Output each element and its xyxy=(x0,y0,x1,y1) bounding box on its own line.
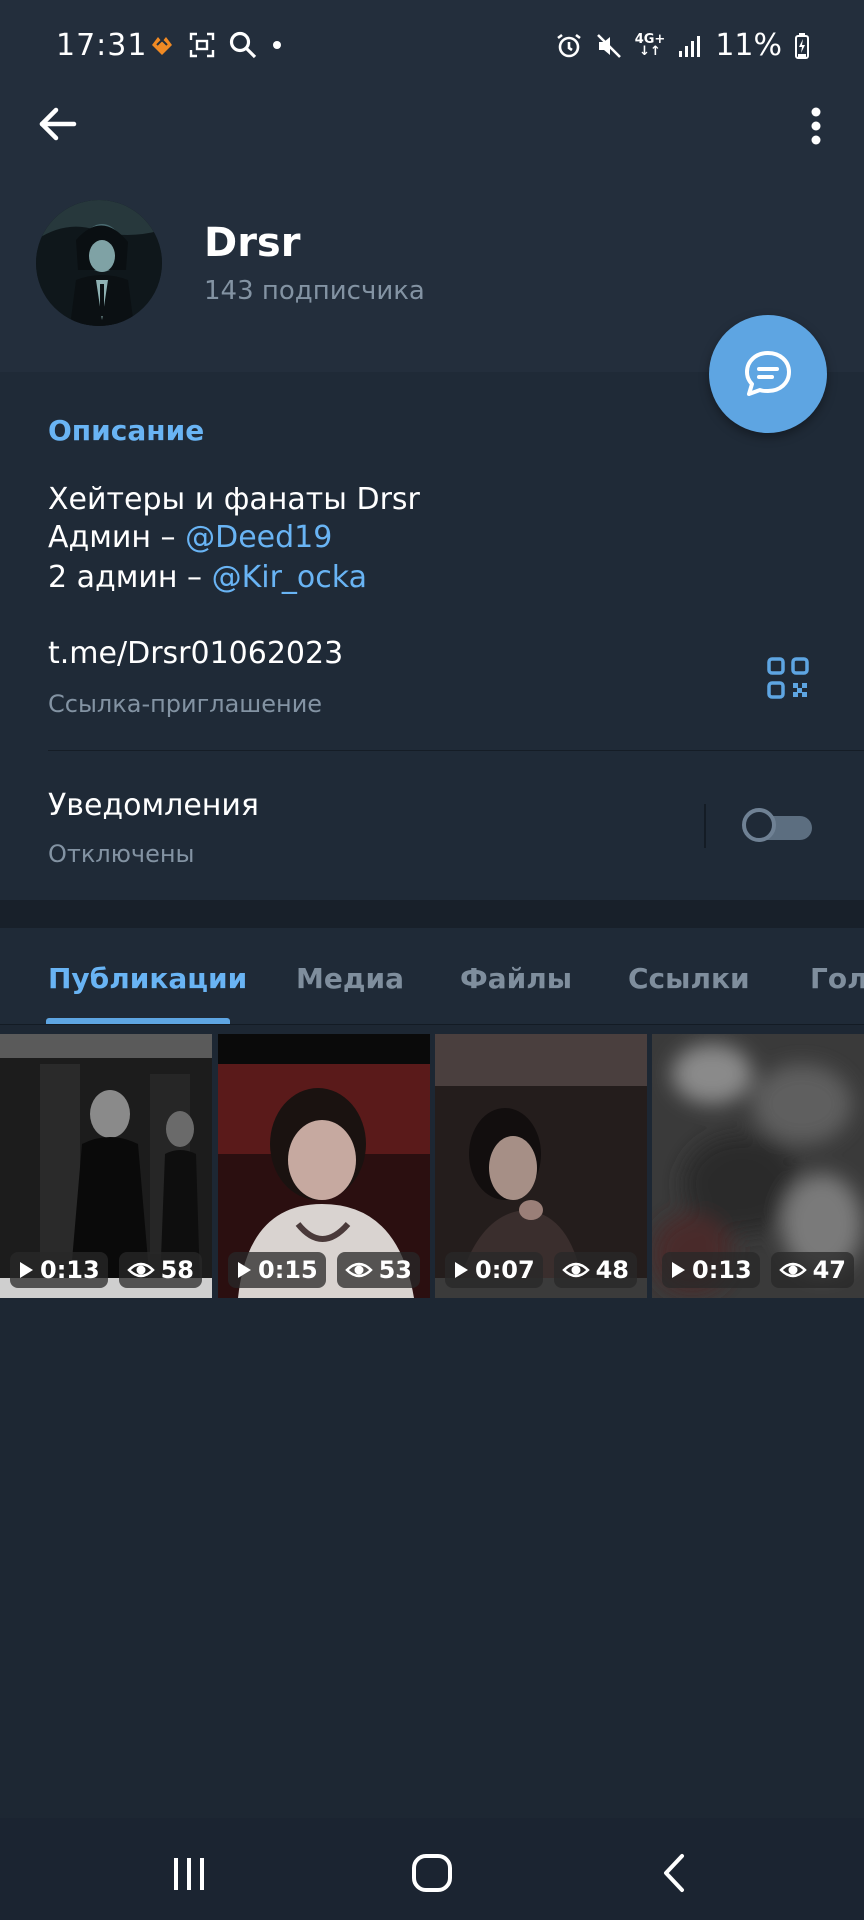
duration-label: 0:13 xyxy=(692,1256,752,1284)
network-type-icon: 4G+ ↓↑ xyxy=(634,31,666,59)
views-badge: 58 xyxy=(118,1252,202,1288)
play-icon xyxy=(20,1262,33,1278)
duration-badge: 0:15 xyxy=(228,1252,326,1288)
chat-bubble-icon xyxy=(745,351,791,396)
eye-icon xyxy=(778,1262,807,1278)
eye-icon xyxy=(126,1262,155,1278)
dot-icon xyxy=(270,38,284,52)
notifications-state: Отключены xyxy=(48,840,195,868)
tabs-bar: Публикации Медиа Файлы Ссылки Голо xyxy=(0,928,864,1025)
divider xyxy=(48,750,864,751)
mute-icon xyxy=(595,32,623,60)
admin2-prefix: 2 админ – xyxy=(48,560,212,595)
battery-percent: 11% xyxy=(715,28,782,63)
channel-name: Drsr xyxy=(204,220,301,266)
description-line: Хейтеры и фанаты Drsr xyxy=(48,482,420,517)
tab-links[interactable]: Ссылки xyxy=(628,962,750,995)
play-icon xyxy=(238,1262,251,1278)
alarm-icon xyxy=(555,32,583,60)
channel-avatar[interactable] xyxy=(36,200,162,326)
chevron-left-icon xyxy=(664,1854,684,1892)
views-badge: 48 xyxy=(553,1252,637,1288)
subscriber-count: 143 подписчика xyxy=(204,276,425,306)
views-badge: 47 xyxy=(770,1252,854,1288)
play-icon xyxy=(455,1262,468,1278)
message-fab-button[interactable] xyxy=(709,315,827,433)
system-back-button[interactable] xyxy=(650,1848,700,1898)
home-icon xyxy=(412,1854,452,1892)
app-notification-icon xyxy=(148,33,176,57)
play-icon xyxy=(672,1262,685,1278)
home-button[interactable] xyxy=(407,1848,457,1898)
toggle-knob xyxy=(742,808,776,842)
views-label: 58 xyxy=(160,1256,194,1284)
system-nav-bar xyxy=(0,1818,864,1920)
tab-voice[interactable]: Голо xyxy=(810,962,864,995)
duration-badge: 0:13 xyxy=(662,1252,760,1288)
admin1-mention-link[interactable]: @Deed19 xyxy=(185,520,332,555)
arrow-left-icon xyxy=(39,107,77,141)
qr-code-icon xyxy=(767,657,809,699)
status-time: 17:31 xyxy=(56,28,148,63)
notifications-title[interactable]: Уведомления xyxy=(48,788,259,823)
media-tile[interactable]: 0:13 58 xyxy=(0,1034,212,1298)
notifications-toggle[interactable] xyxy=(742,808,814,846)
more-vertical-icon xyxy=(811,107,821,145)
duration-badge: 0:13 xyxy=(10,1252,108,1288)
section-gap xyxy=(0,900,864,928)
duration-label: 0:15 xyxy=(258,1256,318,1284)
status-left-icons xyxy=(148,30,284,60)
tab-media[interactable]: Медиа xyxy=(296,962,404,995)
views-label: 47 xyxy=(812,1256,846,1284)
notifications-separator xyxy=(704,804,706,848)
media-grid: 0:13 58 0:15 53 0:07 48 0:13 47 xyxy=(0,1034,864,1298)
views-label: 53 xyxy=(378,1256,412,1284)
recent-apps-button[interactable] xyxy=(164,1848,214,1898)
empty-content-area xyxy=(0,1298,864,1818)
media-tile[interactable]: 0:15 53 xyxy=(218,1034,430,1298)
back-button[interactable] xyxy=(34,100,82,148)
admin1-prefix: Админ – xyxy=(48,520,186,555)
admin2-mention-link[interactable]: @Kir_ocka xyxy=(212,560,367,595)
media-tile[interactable]: 0:13 47 xyxy=(652,1034,864,1298)
status-bar: 17:31 4G+ ↓↑ 11% xyxy=(0,0,864,96)
recent-apps-icon xyxy=(174,1858,204,1890)
eye-icon xyxy=(561,1262,590,1278)
status-right: 4G+ ↓↑ 11% xyxy=(555,28,810,63)
duration-badge: 0:07 xyxy=(445,1252,543,1288)
invite-link[interactable]: t.me/Drsr01062023 xyxy=(48,636,343,671)
duration-label: 0:13 xyxy=(40,1256,100,1284)
signal-icon xyxy=(677,33,703,59)
views-label: 48 xyxy=(595,1256,629,1284)
qr-code-button[interactable] xyxy=(766,656,810,700)
description-admin2: 2 админ – @Kir_ocka xyxy=(48,560,367,595)
search-icon xyxy=(228,30,258,60)
media-tile[interactable]: 0:07 48 xyxy=(435,1034,647,1298)
duration-label: 0:07 xyxy=(475,1256,535,1284)
views-badge: 53 xyxy=(336,1252,420,1288)
active-tab-indicator xyxy=(46,1018,230,1024)
tab-publications[interactable]: Публикации xyxy=(48,962,247,995)
network-type-label: 4G+ xyxy=(634,31,666,47)
more-options-button[interactable] xyxy=(796,102,836,150)
avatar-image xyxy=(36,200,162,326)
screenshot-icon xyxy=(188,31,216,59)
eye-icon xyxy=(344,1262,373,1278)
description-admin1: Админ – @Deed19 xyxy=(48,520,332,555)
battery-charging-icon xyxy=(794,32,810,60)
description-title: Описание xyxy=(48,414,205,447)
tab-files[interactable]: Файлы xyxy=(460,962,572,995)
invite-link-caption: Ссылка-приглашение xyxy=(48,690,323,718)
